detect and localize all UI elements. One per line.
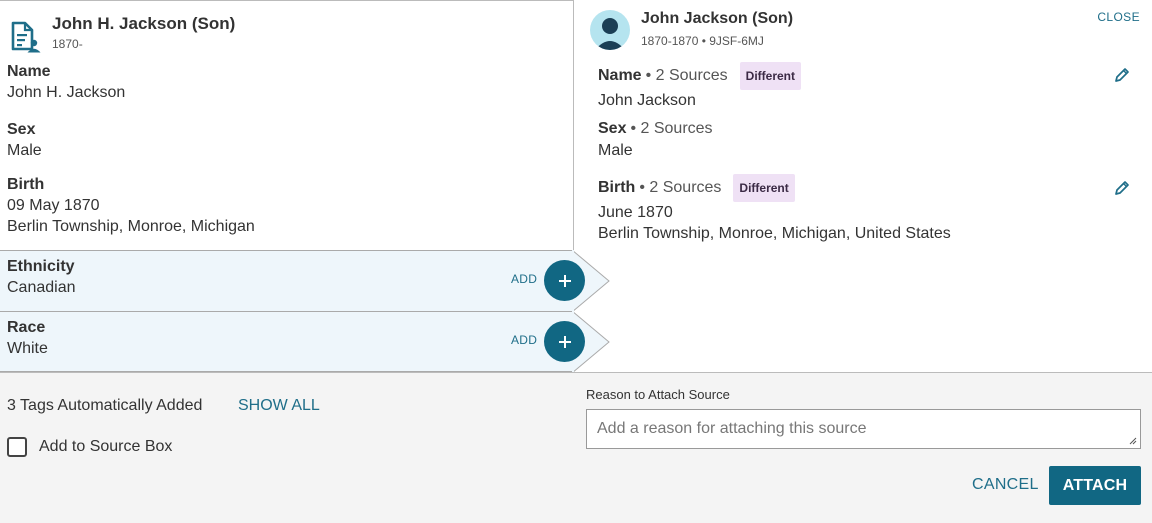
source-header: John H. Jackson (Son) 1870-: [10, 13, 235, 53]
person-field-name: Name • 2 Sources Different John Jackson: [598, 62, 802, 111]
field-label: Birth: [7, 176, 45, 193]
field-value: Canadian: [7, 279, 76, 296]
source-count: • 2 Sources: [645, 67, 728, 84]
person-field-birth: Birth • 2 Sources Different June 1870 Be…: [598, 174, 951, 244]
plus-icon: [558, 274, 571, 287]
person-title: John Jackson (Son): [641, 10, 794, 27]
field-label: Name: [598, 67, 642, 84]
source-title: John H. Jackson (Son): [52, 14, 236, 33]
field-label: Birth: [598, 179, 636, 196]
add-row-ethnicity: Ethnicity Canadian ADD: [0, 250, 610, 312]
avatar: [590, 10, 630, 50]
plus-icon: [558, 335, 571, 348]
source-count: • 2 Sources: [630, 120, 713, 137]
field-label: Ethnicity: [7, 258, 75, 275]
add-to-source-box-checkbox[interactable]: [7, 437, 27, 457]
tags-added-text: 3 Tags Automatically Added: [7, 397, 203, 414]
tree-person-pane: John Jackson (Son) 1870-1870 • 9JSF-6MJ …: [574, 0, 1152, 372]
reason-label: Reason to Attach Source: [586, 387, 730, 402]
field-value: Male: [7, 142, 42, 159]
field-value: Male: [598, 142, 633, 159]
show-all-link[interactable]: SHOW ALL: [238, 397, 320, 415]
edit-name-pencil-icon[interactable]: [1114, 67, 1130, 83]
source-header-text: John H. Jackson (Son) 1870-: [52, 13, 235, 53]
field-value: June 1870: [598, 204, 673, 221]
source-field-birth: Birth 09 May 1870 Berlin Township, Monro…: [7, 175, 255, 237]
male-avatar-icon: [595, 18, 625, 50]
add-race-link[interactable]: ADD: [511, 333, 537, 347]
person-field-sex: Sex • 2 Sources Male: [598, 118, 713, 161]
reason-input[interactable]: [586, 409, 1141, 449]
field-value: 09 May 1870: [7, 197, 100, 214]
field-value: Berlin Township, Monroe, Michigan: [7, 218, 255, 235]
source-field-name: Name John H. Jackson: [7, 62, 125, 103]
close-button[interactable]: CLOSE: [1097, 10, 1140, 24]
source-dates: 1870-: [52, 37, 83, 51]
document-person-icon: [11, 21, 41, 53]
attach-source-dialog: John H. Jackson (Son) 1870- Name John H.…: [0, 0, 1152, 523]
field-label: Race: [7, 319, 46, 336]
field-label: Sex: [598, 120, 627, 137]
different-badge: Different: [739, 62, 802, 90]
person-subtitle: 1870-1870 • 9JSF-6MJ: [641, 34, 764, 48]
cancel-button[interactable]: CANCEL: [972, 476, 1039, 494]
field-label: Sex: [7, 121, 36, 138]
attach-button[interactable]: ATTACH: [1049, 466, 1141, 505]
source-count: • 2 Sources: [639, 179, 722, 196]
resize-grip-icon[interactable]: [1127, 435, 1137, 445]
footer-bar: 3 Tags Automatically Added SHOW ALL Add …: [0, 372, 1152, 523]
field-value: Berlin Township, Monroe, Michigan, Unite…: [598, 225, 951, 242]
source-field-sex: Sex Male: [7, 120, 42, 161]
edit-birth-pencil-icon[interactable]: [1114, 180, 1130, 196]
field-value: White: [7, 340, 48, 357]
add-to-source-box-label[interactable]: Add to Source Box: [39, 438, 172, 456]
add-ethnicity-link[interactable]: ADD: [511, 272, 537, 286]
different-badge: Different: [733, 174, 795, 202]
field-value: John H. Jackson: [7, 84, 126, 101]
field-value: John Jackson: [598, 92, 696, 109]
add-row-race: Race White ADD: [0, 311, 610, 373]
field-label: Name: [7, 63, 51, 80]
